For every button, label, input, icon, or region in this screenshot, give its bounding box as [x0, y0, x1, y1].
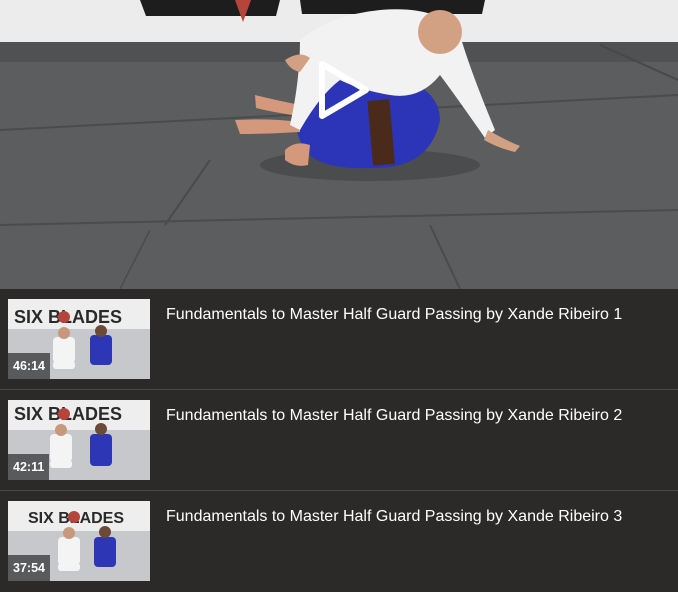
video-title[interactable]: Fundamentals to Master Half Guard Passin…: [166, 508, 622, 526]
video-title[interactable]: Fundamentals to Master Half Guard Passin…: [166, 306, 622, 324]
playlist-item[interactable]: SIX BLADES 37:54 Fundamentals to Master …: [0, 490, 678, 592]
video-player[interactable]: [0, 0, 678, 289]
video-thumbnail[interactable]: SIX BLADES 46:14: [8, 299, 150, 379]
video-duration: 37:54: [8, 555, 50, 581]
video-duration: 46:14: [8, 353, 50, 379]
video-thumbnail[interactable]: SIX BLADES 42:11: [8, 400, 150, 480]
play-button[interactable]: [318, 60, 370, 120]
video-title[interactable]: Fundamentals to Master Half Guard Passin…: [166, 407, 622, 425]
video-duration: 42:11: [8, 454, 50, 480]
playlist-item[interactable]: SIX BLADES 42:11 Fundamentals to Master …: [0, 389, 678, 491]
play-icon: [319, 61, 369, 119]
playlist: SIX BLADES 46:14 Fundamentals to Master …: [0, 289, 678, 592]
video-thumbnail[interactable]: SIX BLADES 37:54: [8, 501, 150, 581]
playlist-item[interactable]: SIX BLADES 46:14 Fundamentals to Master …: [0, 289, 678, 390]
video-frame: [0, 0, 678, 289]
